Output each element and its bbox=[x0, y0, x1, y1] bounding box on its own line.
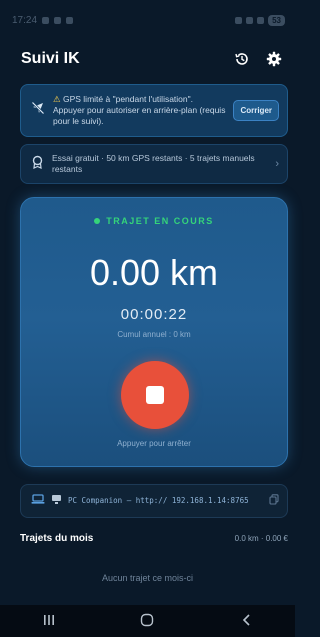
trip-timer: 00:00:22 bbox=[120, 306, 188, 323]
active-trip-card: TRAJET EN COURS 0.00 km 00:00:22 Cumul a… bbox=[20, 197, 288, 467]
status-bar: 17:24 53 bbox=[0, 0, 295, 40]
pc-companion-url: PC Companion — http:// 192.168.1.14:8765 bbox=[68, 496, 249, 505]
wifi-icon bbox=[246, 16, 254, 24]
badge-icon bbox=[31, 155, 44, 174]
copy-icon[interactable] bbox=[269, 492, 279, 510]
history-icon[interactable] bbox=[233, 50, 251, 68]
trip-status-label: TRAJET EN COURS bbox=[106, 216, 214, 226]
stop-trip-button[interactable] bbox=[121, 361, 189, 429]
battery-icon: 53 bbox=[268, 14, 285, 26]
notification-icon bbox=[66, 16, 74, 24]
month-trips-summary: 0.0 km · 0.00 € bbox=[234, 533, 288, 543]
month-trips-header: Trajets du mois 0.0 km · 0.00 € bbox=[20, 531, 288, 545]
location-icon bbox=[235, 16, 243, 24]
recent-apps-icon[interactable] bbox=[29, 613, 69, 629]
status-time: 17:24 bbox=[12, 14, 38, 26]
signal-icon bbox=[257, 16, 265, 24]
month-trips-title: Trajets du mois bbox=[20, 532, 94, 544]
chevron-right-icon: › bbox=[275, 158, 279, 170]
gps-warning-message: GPS limité à "pendant l'utilisation". Ap… bbox=[53, 94, 226, 126]
fix-gps-button[interactable]: Corriger bbox=[233, 100, 279, 121]
settings-gear-icon[interactable] bbox=[265, 50, 283, 68]
home-icon[interactable] bbox=[127, 613, 167, 630]
trip-distance: 0.00 km bbox=[89, 252, 219, 293]
trial-banner[interactable]: Essai gratuit · 50 km GPS restants · 5 t… bbox=[20, 144, 288, 184]
annual-cumul: Cumul annuel : 0 km bbox=[117, 330, 191, 339]
app-title: Suivi IK bbox=[21, 50, 80, 67]
trial-text: Essai gratuit · 50 km GPS restants · 5 t… bbox=[52, 153, 255, 174]
stop-hint: Appuyer pour arrêter bbox=[117, 439, 191, 448]
notification-icon bbox=[42, 16, 50, 24]
status-dot-icon bbox=[94, 218, 101, 224]
pc-companion-box[interactable]: PC Companion — http:// 192.168.1.14:8765 bbox=[20, 484, 288, 518]
system-nav-bar bbox=[0, 605, 295, 637]
app-bar-actions bbox=[233, 50, 283, 68]
monitor-icon bbox=[51, 492, 62, 510]
gps-warning-text: ⚠ GPS limité à "pendant l'utilisation". … bbox=[53, 94, 225, 127]
status-bar-left: 17:24 bbox=[12, 14, 74, 26]
warning-icon: ⚠ bbox=[53, 94, 63, 104]
trip-status: TRAJET EN COURS bbox=[21, 216, 287, 226]
location-off-icon bbox=[31, 101, 45, 120]
laptop-icon bbox=[31, 492, 45, 510]
back-icon[interactable] bbox=[226, 613, 266, 630]
gps-warning-banner[interactable]: ⚠ GPS limité à "pendant l'utilisation". … bbox=[20, 84, 288, 137]
app-bar: Suivi IK bbox=[0, 42, 295, 76]
empty-trips-message: Aucun trajet ce mois-ci bbox=[101, 573, 194, 583]
notification-icon bbox=[54, 16, 62, 24]
status-bar-right: 53 bbox=[235, 14, 285, 26]
stop-icon bbox=[146, 386, 164, 404]
